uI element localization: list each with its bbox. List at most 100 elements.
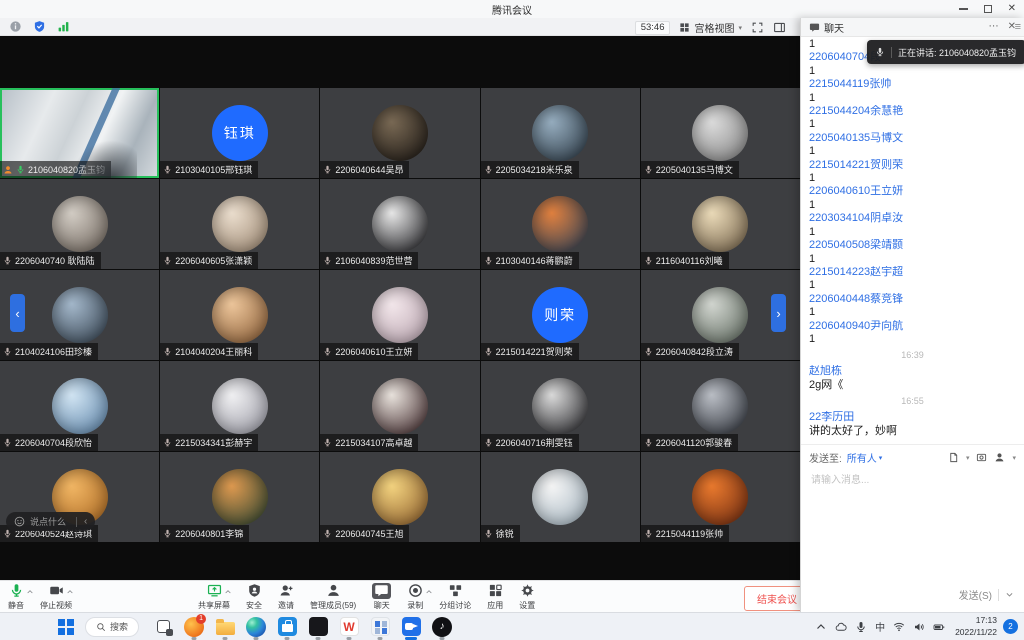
participant-tile[interactable]: 2215034107高卓越: [320, 361, 479, 451]
meeting-security-icon[interactable]: [33, 20, 46, 33]
maximize-icon[interactable]: [984, 5, 992, 13]
participant-tile[interactable]: 2205034218米乐泉: [481, 88, 640, 178]
taskbar-app[interactable]: [151, 614, 175, 640]
mention-person-icon[interactable]: [994, 452, 1005, 463]
participant-tile[interactable]: 2215044119张帅: [641, 452, 800, 542]
grid-prev-page-button[interactable]: ‹: [10, 294, 25, 332]
toolbar-button[interactable]: 录制: [407, 583, 423, 611]
quick-message-bubble[interactable]: 说点什么 ‹: [6, 512, 95, 531]
chat-sender-name[interactable]: 2215044204余慧艳: [809, 105, 1016, 118]
participant-tile[interactable]: 2206040605张潇颖: [160, 179, 319, 269]
participant-tile[interactable]: 2104040204王丽科: [160, 270, 319, 360]
taskbar-search[interactable]: 搜索: [85, 617, 139, 637]
chat-sender-name[interactable]: 2206040610王立妍: [809, 185, 1016, 198]
chat-sender-name[interactable]: 2203034104阴卓汝: [809, 212, 1016, 225]
toolbar-button[interactable]: 邀请: [278, 583, 294, 611]
chat-sender-name[interactable]: 2215014221贺则荣: [809, 159, 1016, 172]
participant-tile[interactable]: 则荣 2215014221贺则荣: [481, 270, 640, 360]
participant-tile[interactable]: 2206041120郭骏春: [641, 361, 800, 451]
participant-tile[interactable]: 2206040610王立妍: [320, 270, 479, 360]
minimize-icon[interactable]: [959, 8, 968, 10]
participant-tile[interactable]: 2206040644吴昂: [320, 88, 479, 178]
participant-tile[interactable]: 2206040801李锦: [160, 452, 319, 542]
tray-icon[interactable]: [893, 621, 905, 633]
chat-sender-name[interactable]: 2215014223赵宇超: [809, 266, 1016, 279]
chat-more-icon[interactable]: ⋯: [989, 22, 999, 32]
notification-center-badge[interactable]: 2: [1003, 619, 1018, 634]
taskbar-app[interactable]: [368, 614, 392, 640]
ime-indicator: 中: [875, 623, 885, 634]
chat-sender-name[interactable]: 2205040135马博文: [809, 132, 1016, 145]
chat-message-list[interactable]: 1 2206040704段 1 2215044119张帅 1 221504420…: [801, 37, 1024, 444]
tray-icon[interactable]: [855, 621, 867, 633]
taskbar-app[interactable]: [213, 614, 237, 640]
taskbar-app[interactable]: [275, 614, 299, 640]
participant-tile[interactable]: 徐锐: [481, 452, 640, 542]
meeting-info-icon[interactable]: [9, 20, 22, 33]
grid-next-page-button[interactable]: ›: [771, 294, 786, 332]
toolbar-button[interactable]: 聊天: [372, 583, 391, 611]
participant-tile[interactable]: 2206040745王旭: [320, 452, 479, 542]
taskbar-app[interactable]: 1: [182, 614, 206, 640]
chat-input[interactable]: [809, 474, 1016, 487]
view-mode-selector[interactable]: 宫格视图 ▾: [679, 20, 742, 35]
taskbar-app[interactable]: [244, 614, 268, 640]
toolbar-button[interactable]: 停止视频: [40, 583, 72, 611]
screenshot-icon[interactable]: [976, 452, 987, 463]
participant-tile[interactable]: 2206040704段欣怡: [0, 361, 159, 451]
side-handle-icon[interactable]: ≡: [1015, 22, 1021, 33]
network-signal-icon[interactable]: [57, 20, 70, 33]
toolbar-button[interactable]: 静音: [8, 583, 24, 611]
chat-sender-name[interactable]: 2205040508梁靖颢: [809, 239, 1016, 252]
side-panel-icon[interactable]: [773, 21, 786, 34]
tray-icon[interactable]: 中: [875, 618, 885, 636]
chevron-up-icon[interactable]: [425, 588, 433, 596]
chat-message-text: 1: [809, 65, 1016, 78]
chat-sender-name[interactable]: 2206040448蔡竞锋: [809, 293, 1016, 306]
chevron-up-icon[interactable]: [224, 588, 232, 596]
collapse-bubble-icon[interactable]: ‹: [76, 517, 87, 527]
toolbar-button[interactable]: 应用: [487, 583, 503, 611]
running-indicator: [378, 637, 383, 640]
participant-tile[interactable]: 钰琪 2103040105邢钰琪: [160, 88, 319, 178]
participant-tile[interactable]: 2215034341彭赫宇: [160, 361, 319, 451]
start-button[interactable]: [58, 619, 74, 635]
taskbar-app[interactable]: [306, 614, 330, 640]
toolbar-button-icon: [247, 583, 262, 598]
chat-sender-name[interactable]: 赵旭栋: [809, 365, 1016, 378]
taskbar-app[interactable]: [399, 614, 423, 640]
tray-icon[interactable]: [913, 621, 925, 633]
participant-tile[interactable]: 2205040135马博文: [641, 88, 800, 178]
chevron-up-icon[interactable]: [66, 588, 74, 596]
tray-icon[interactable]: [933, 621, 945, 633]
toolbar-button[interactable]: 管理成员(59): [310, 583, 356, 611]
send-options-icon[interactable]: [1005, 590, 1014, 599]
chevron-down-icon[interactable]: ▾: [966, 454, 970, 462]
taskbar-app[interactable]: [430, 614, 454, 640]
chat-message: 2215014223赵宇超 1: [809, 266, 1016, 293]
chevron-up-icon[interactable]: [26, 588, 34, 596]
taskbar-app[interactable]: [337, 614, 361, 640]
toolbar-button[interactable]: 安全: [246, 583, 262, 611]
participant-tile[interactable]: 2206040740 耿陆陆: [0, 179, 159, 269]
close-icon[interactable]: ✕: [1008, 4, 1016, 14]
participant-tile[interactable]: 2206040716荆雯钰: [481, 361, 640, 451]
toolbar-button[interactable]: 设置: [519, 583, 535, 611]
chevron-down-icon[interactable]: ▾: [1012, 454, 1016, 462]
send-button[interactable]: 发送(S): [959, 587, 992, 602]
participant-tile[interactable]: 2116040116刘曦: [641, 179, 800, 269]
participant-tile[interactable]: 2106040839范世营: [320, 179, 479, 269]
chat-sender-name[interactable]: 22李历田: [809, 411, 1016, 424]
toolbar-button[interactable]: 分组讨论: [439, 583, 471, 611]
tray-icon[interactable]: [835, 621, 847, 633]
sendto-selector[interactable]: 所有人 ▾: [847, 450, 883, 465]
chat-sender-name[interactable]: 2206040940尹向航: [809, 320, 1016, 333]
tray-icon[interactable]: [815, 621, 827, 633]
fullscreen-icon[interactable]: [751, 21, 764, 34]
chat-history-icon[interactable]: [948, 452, 959, 463]
participant-tile[interactable]: 2103040146蒋鹏蔚: [481, 179, 640, 269]
chat-sender-name[interactable]: 2215044119张帅: [809, 78, 1016, 91]
taskbar-clock[interactable]: 17:13 2022/11/22: [955, 615, 997, 637]
participant-tile[interactable]: 2106040820孟玉钧: [0, 88, 159, 178]
toolbar-button[interactable]: 共享屏幕: [198, 583, 230, 611]
